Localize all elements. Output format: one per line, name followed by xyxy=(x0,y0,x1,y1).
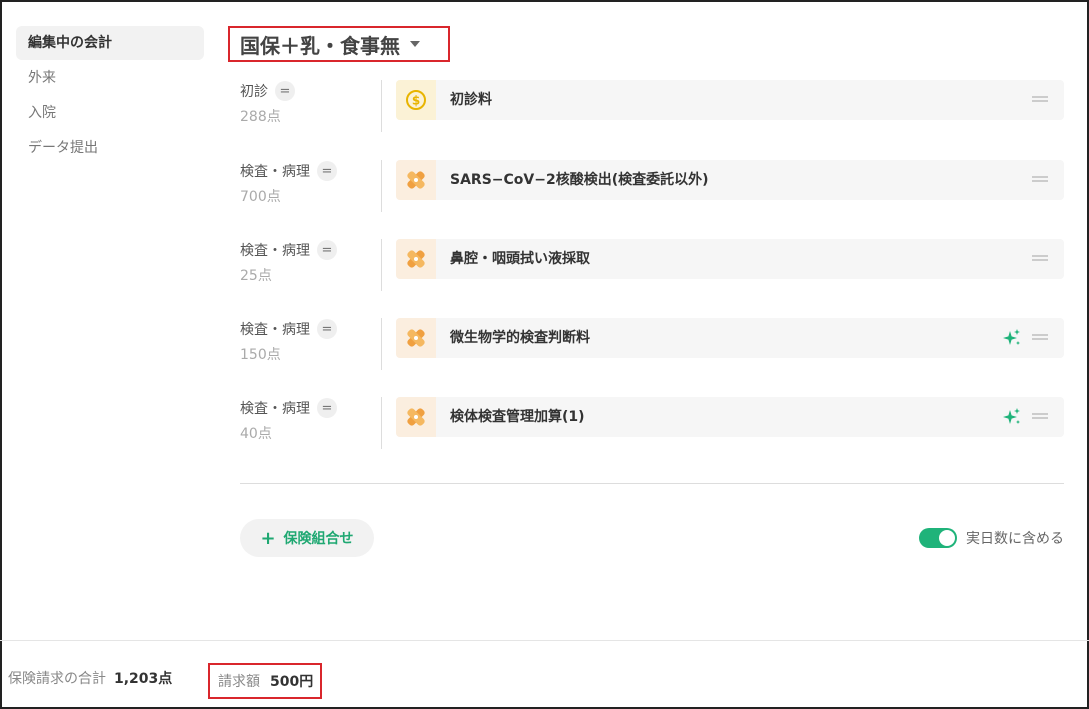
equals-badge[interactable]: = xyxy=(275,81,295,101)
section-divider xyxy=(240,483,1064,484)
row-points: 40点 xyxy=(240,426,272,442)
footer-divider xyxy=(0,640,1089,641)
divider xyxy=(381,397,382,449)
caret-down-icon xyxy=(410,41,420,47)
row-category: 検査・病理 xyxy=(240,401,310,417)
total-value: 1,203点 xyxy=(114,671,173,687)
plus-icon: + xyxy=(260,527,276,549)
row-category: 初診 xyxy=(240,84,268,100)
bandage-icon xyxy=(396,239,436,279)
coin-icon: $ xyxy=(396,80,436,120)
sidebar-item-inpatient[interactable]: 入院 xyxy=(16,96,204,130)
billing-item-name: 鼻腔・咽頭拭い液採取 xyxy=(450,251,590,267)
drag-handle-icon[interactable] xyxy=(1032,176,1048,182)
billing-item[interactable]: 微生物学的検査判断料 xyxy=(396,318,1064,358)
sidebar-item-outpatient[interactable]: 外来 xyxy=(16,61,204,95)
insurance-combination-dropdown[interactable]: 国保＋乳・食事無 xyxy=(228,26,450,62)
divider xyxy=(381,239,382,291)
actual-days-toggle-group: 実日数に含める xyxy=(919,528,1064,548)
row-category: 検査・病理 xyxy=(240,322,310,338)
claim-label: 請求額 xyxy=(218,674,260,690)
sidebar: 編集中の会計 外来 入院 データ提出 xyxy=(16,26,204,166)
row-category: 検査・病理 xyxy=(240,243,310,259)
row-points: 25点 xyxy=(240,268,272,284)
sparkle-icon xyxy=(1002,328,1022,352)
bandage-icon xyxy=(396,397,436,437)
billing-item-name: 初診料 xyxy=(450,92,492,108)
row-points: 288点 xyxy=(240,109,281,125)
drag-handle-icon[interactable] xyxy=(1032,334,1048,340)
drag-handle-icon[interactable] xyxy=(1032,413,1048,419)
claim-amount: 請求額 500円 xyxy=(208,663,322,699)
billing-row: 検査・病理 = 700点 SARS−CoV−2核酸検出(検査委託以外) xyxy=(240,160,1064,214)
sidebar-item-data-submission[interactable]: データ提出 xyxy=(16,131,204,165)
billing-row: 初診 = 288点 $ 初診料 xyxy=(240,80,1064,134)
billing-row: 検査・病理 = 40点 検体検査管理加算(1) xyxy=(240,397,1064,451)
insurance-claim-total: 保険請求の合計 1,203点 xyxy=(8,668,172,688)
divider xyxy=(381,160,382,212)
billing-item[interactable]: SARS−CoV−2核酸検出(検査委託以外) xyxy=(396,160,1064,200)
sparkle-icon xyxy=(1002,407,1022,431)
equals-badge[interactable]: = xyxy=(317,398,337,418)
billing-item-name: 微生物学的検査判断料 xyxy=(450,330,590,346)
divider xyxy=(381,318,382,370)
add-button-label: 保険組合せ xyxy=(283,531,354,547)
billing-row: 検査・病理 = 150点 微生物学的検査判断料 xyxy=(240,318,1064,372)
billing-item[interactable]: 鼻腔・咽頭拭い液採取 xyxy=(396,239,1064,279)
equals-badge[interactable]: = xyxy=(317,240,337,260)
billing-item-name: SARS−CoV−2核酸検出(検査委託以外) xyxy=(450,172,709,188)
sidebar-item-editing[interactable]: 編集中の会計 xyxy=(16,26,204,60)
actual-days-toggle[interactable] xyxy=(919,528,957,548)
billing-item-name: 検体検査管理加算(1) xyxy=(450,409,585,425)
billing-item[interactable]: $ 初診料 xyxy=(396,80,1064,120)
toggle-label: 実日数に含める xyxy=(966,531,1064,547)
svg-text:$: $ xyxy=(412,94,420,108)
drag-handle-icon[interactable] xyxy=(1032,96,1048,102)
row-category: 検査・病理 xyxy=(240,164,310,180)
row-points: 700点 xyxy=(240,189,281,205)
add-insurance-combination-button[interactable]: + 保険組合せ xyxy=(240,519,374,557)
bandage-icon xyxy=(396,160,436,200)
insurance-combination-title: 国保＋乳・食事無 xyxy=(240,33,400,58)
billing-item[interactable]: 検体検査管理加算(1) xyxy=(396,397,1064,437)
bandage-icon xyxy=(396,318,436,358)
divider xyxy=(381,80,382,132)
billing-row: 検査・病理 = 25点 鼻腔・咽頭拭い液採取 xyxy=(240,239,1064,293)
drag-handle-icon[interactable] xyxy=(1032,255,1048,261)
equals-badge[interactable]: = xyxy=(317,319,337,339)
total-label: 保険請求の合計 xyxy=(8,671,106,687)
claim-value: 500円 xyxy=(270,674,314,690)
row-points: 150点 xyxy=(240,347,281,363)
equals-badge[interactable]: = xyxy=(317,161,337,181)
